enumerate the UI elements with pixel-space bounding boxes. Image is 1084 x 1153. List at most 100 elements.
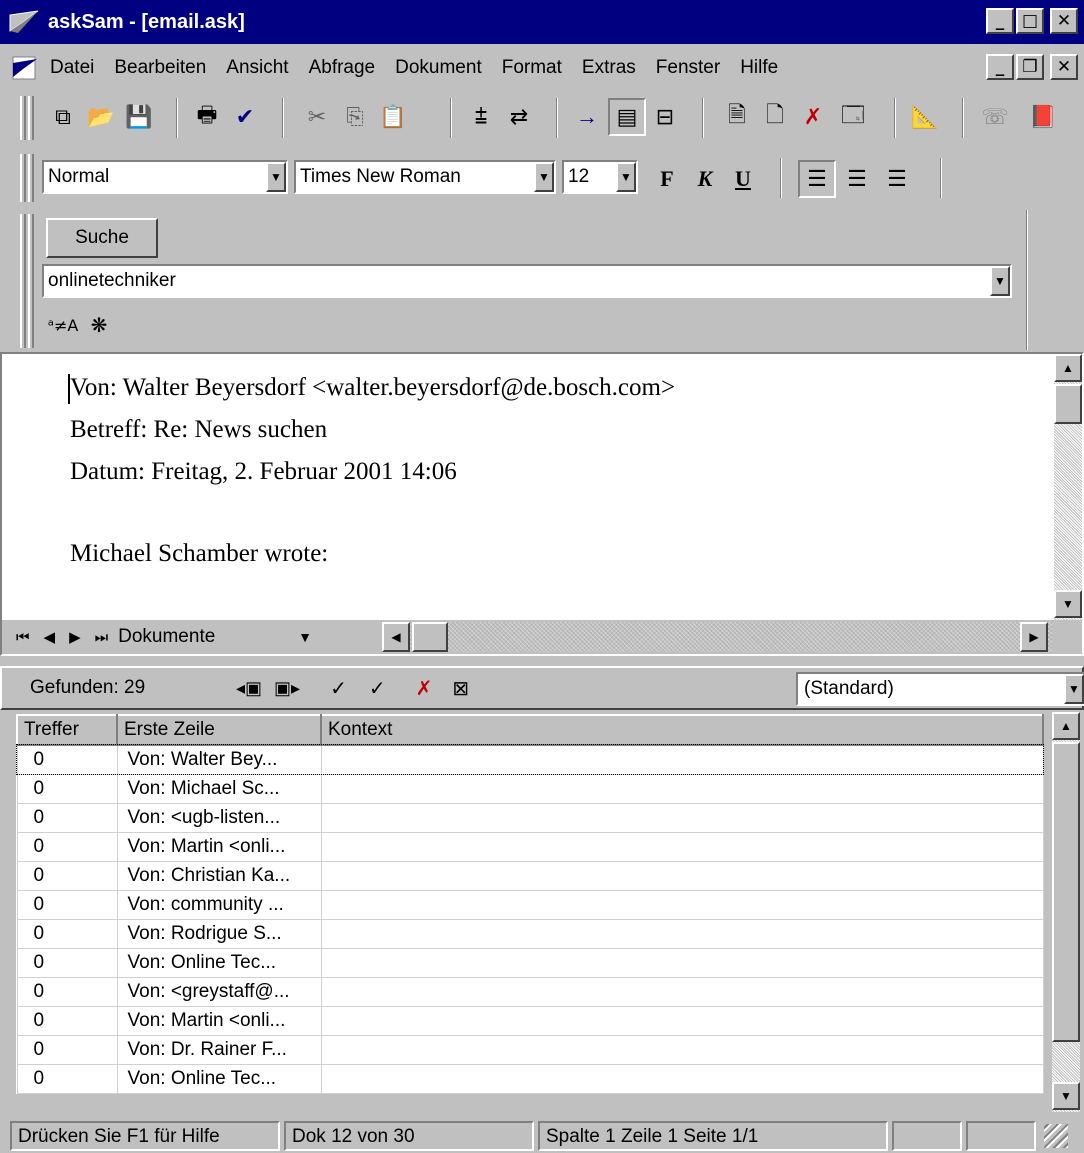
insert-icon[interactable]: ⩲: [462, 98, 500, 136]
toolbar-grip[interactable]: [20, 154, 26, 202]
print-icon[interactable]: 🖶: [188, 98, 226, 136]
menu-fenster[interactable]: Fenster: [646, 53, 730, 83]
style-select[interactable]: Normal ▼: [42, 160, 288, 194]
result-row[interactable]: 0 Von: Martin <onli...: [16, 831, 1044, 862]
result-row[interactable]: 0 Von: Dr. Rainer F...: [16, 1034, 1044, 1065]
new-document-icon[interactable]: 🗋: [756, 98, 794, 136]
search-input[interactable]: onlinetechniker ▼: [42, 264, 1012, 298]
book-icon[interactable]: 📕: [1024, 98, 1062, 136]
scroll-up-icon[interactable]: ▲: [1054, 354, 1082, 382]
font-size-select[interactable]: 12 ▼: [562, 160, 638, 194]
menu-datei[interactable]: Datei: [42, 53, 104, 83]
toolbar-grip[interactable]: [28, 154, 34, 202]
result-row[interactable]: 0 Von: Christian Ka...: [16, 860, 1044, 891]
menu-abfrage[interactable]: Abfrage: [299, 53, 386, 83]
result-row[interactable]: 0 Von: Michael Sc...: [16, 773, 1044, 804]
font-select[interactable]: Times New Roman ▼: [294, 160, 556, 194]
menu-ansicht[interactable]: Ansicht: [216, 53, 298, 83]
new-window-icon[interactable]: ⧉: [44, 98, 82, 136]
align-center-icon[interactable]: ☰: [838, 160, 876, 198]
remove-result-icon[interactable]: ✗: [416, 676, 433, 701]
asksam-app-icon[interactable]: [6, 6, 42, 38]
next-document-icon[interactable]: ▶: [69, 628, 81, 646]
arrow-right-icon[interactable]: →: [568, 98, 606, 136]
doc-line-from[interactable]: Von: Walter Beyersdorf <walter.beyersdor…: [70, 374, 675, 402]
result-row[interactable]: 0 Von: Rodrigue S...: [16, 918, 1044, 949]
copy-icon[interactable]: ⎘: [336, 98, 374, 136]
scroll-left-icon[interactable]: ◀: [382, 622, 410, 652]
view-select[interactable]: (Standard) ▼: [796, 672, 1084, 706]
toolbar-grip[interactable]: [28, 96, 34, 140]
chevron-down-icon[interactable]: ▼: [990, 266, 1010, 296]
doc-line-date[interactable]: Datum: Freitag, 2. Februar 2001 14:06: [70, 458, 457, 486]
exclude-result-icon[interactable]: ⊠: [452, 676, 469, 701]
column-header-hits[interactable]: Treffer: [16, 714, 118, 746]
previous-document-icon[interactable]: ◀: [44, 628, 56, 646]
scroll-thumb[interactable]: [1054, 384, 1082, 424]
scroll-thumb[interactable]: [1052, 742, 1080, 1042]
menu-format[interactable]: Format: [492, 53, 572, 83]
menu-dokument[interactable]: Dokument: [385, 53, 492, 83]
underline-button[interactable]: U: [724, 160, 762, 198]
minimize-button[interactable]: _: [986, 8, 1014, 34]
menu-bearbeiten[interactable]: Bearbeiten: [104, 53, 216, 83]
align-left-icon[interactable]: ☰: [798, 160, 836, 198]
fuzzy-search-icon[interactable]: ❋: [80, 306, 118, 344]
toolbar-grip[interactable]: [20, 214, 26, 348]
check-down-icon[interactable]: ✓: [369, 676, 386, 701]
column-header-first-line[interactable]: Erste Zeile: [116, 714, 322, 746]
open-folder-icon[interactable]: 📂: [82, 98, 120, 136]
previous-result-icon[interactable]: ◂▣: [236, 678, 262, 699]
toolbar-grip[interactable]: [28, 214, 34, 348]
result-row[interactable]: 0 Von: Walter Bey...: [16, 744, 1044, 775]
chevron-down-icon[interactable]: ▼: [616, 162, 636, 192]
result-row[interactable]: 0 Von: community ...: [16, 889, 1044, 920]
maximize-button[interactable]: □: [1016, 8, 1044, 34]
menu-hilfe[interactable]: Hilfe: [730, 53, 788, 83]
italic-button[interactable]: K: [686, 160, 724, 198]
result-row[interactable]: 0 Von: Martin <onli...: [16, 1005, 1044, 1036]
result-row[interactable]: 0 Von: Online Tec...: [16, 1063, 1044, 1094]
check-up-icon[interactable]: ✓: [330, 676, 347, 701]
toolbar-grip[interactable]: [20, 96, 26, 140]
cut-icon[interactable]: ✂: [298, 98, 336, 136]
save-icon[interactable]: 💾: [120, 98, 158, 136]
report-icon[interactable]: 📐: [906, 98, 944, 136]
bold-button[interactable]: F: [648, 160, 686, 198]
document-icon[interactable]: 🗎: [718, 98, 756, 136]
document-icon[interactable]: [8, 53, 42, 83]
document-pane[interactable]: Von: Walter Beyersdorf <walter.beyersdor…: [0, 352, 1084, 656]
align-right-icon[interactable]: ☰: [878, 160, 916, 198]
doc-line-quote[interactable]: Michael Schamber wrote:: [70, 540, 328, 568]
menu-extras[interactable]: Extras: [572, 53, 646, 83]
properties-icon[interactable]: 🗔: [834, 98, 872, 136]
doc-close-button[interactable]: ✕: [1050, 54, 1078, 80]
scroll-down-icon[interactable]: ▼: [1052, 1082, 1080, 1110]
first-document-icon[interactable]: ⏮: [16, 629, 30, 646]
delete-document-icon[interactable]: ✗: [794, 98, 832, 136]
split-view-icon[interactable]: ⊟: [646, 98, 684, 136]
import-icon[interactable]: ⇄: [500, 98, 538, 136]
scroll-right-icon[interactable]: ▶: [1020, 622, 1048, 652]
doc-minimize-button[interactable]: _: [986, 54, 1014, 80]
doc-line-subject[interactable]: Betreff: Re: News suchen: [70, 416, 327, 444]
document-vertical-scrollbar[interactable]: ▲ ▼: [1054, 354, 1082, 620]
case-sensitive-icon[interactable]: ᵃ≠A: [44, 306, 82, 344]
result-row[interactable]: 0 Von: <greystaff@...: [16, 976, 1044, 1007]
doc-restore-button[interactable]: ❐: [1016, 54, 1044, 80]
spellcheck-icon[interactable]: ✔: [226, 98, 264, 136]
paste-icon[interactable]: 📋: [374, 98, 412, 136]
column-header-context[interactable]: Kontext: [320, 714, 1044, 746]
chevron-down-icon[interactable]: ▼: [1064, 674, 1084, 704]
result-row[interactable]: 0 Von: <ugb-listen...: [16, 802, 1044, 833]
tutorial-icon[interactable]: ☏: [976, 98, 1014, 136]
search-button[interactable]: Suche: [46, 218, 158, 258]
nav-mode-label[interactable]: Dokumente: [118, 626, 298, 648]
last-document-icon[interactable]: ⏭: [95, 629, 109, 646]
chevron-down-icon[interactable]: ▼: [534, 162, 554, 192]
resize-grip[interactable]: [1044, 1123, 1068, 1148]
result-row[interactable]: 0 Von: Online Tec...: [16, 947, 1044, 978]
chevron-down-icon[interactable]: ▼: [266, 162, 286, 192]
scroll-up-icon[interactable]: ▲: [1052, 712, 1080, 740]
document-horizontal-scrollbar[interactable]: ◀ ▶: [382, 622, 1052, 652]
